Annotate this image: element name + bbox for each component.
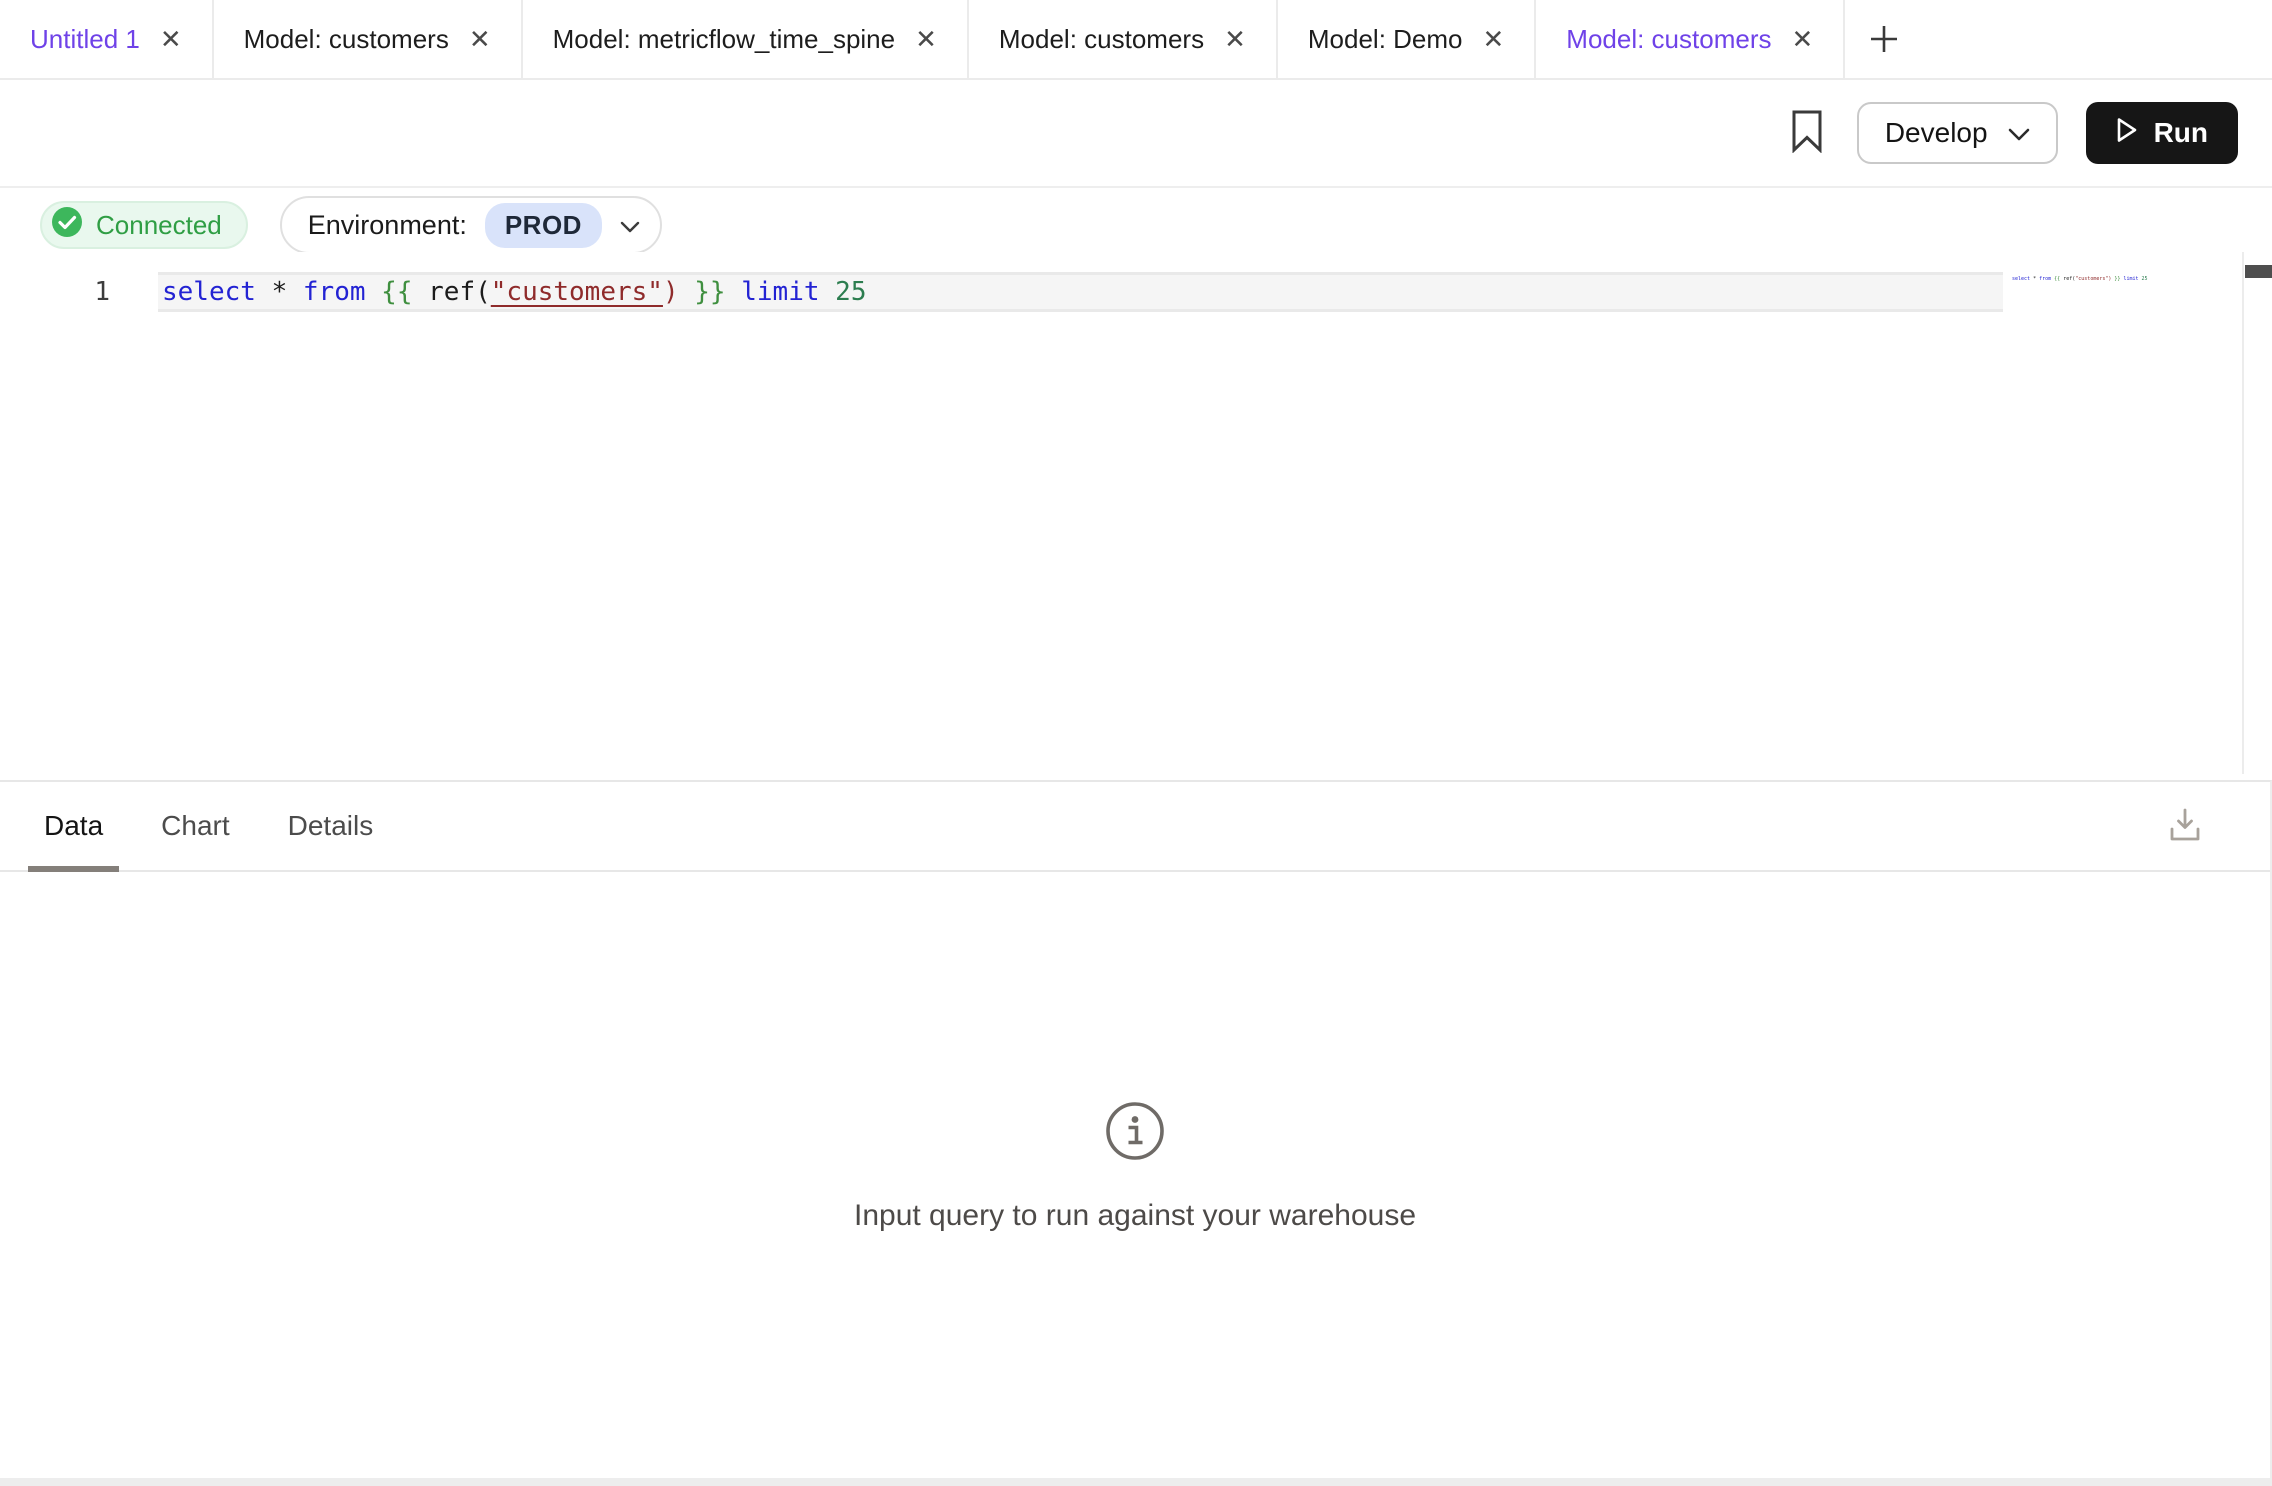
code-token-keyword: select — [2012, 276, 2030, 282]
connected-label: Connected — [96, 210, 222, 241]
empty-state: Input query to run against your warehous… — [0, 1100, 2270, 1233]
code-editor[interactable]: 1 select * from {{ ref("customers") }} l… — [0, 252, 2272, 780]
code-token-number: 25 — [835, 277, 866, 307]
close-icon[interactable]: ✕ — [915, 26, 937, 52]
chevron-down-icon — [620, 210, 640, 241]
code-token-string-link: "customers" — [2075, 276, 2108, 282]
environment-value-chip: PROD — [485, 203, 602, 248]
close-icon[interactable]: ✕ — [1224, 26, 1246, 52]
develop-label: Develop — [1885, 117, 1988, 149]
play-icon — [2116, 117, 2138, 150]
scrollbar-thumb[interactable] — [2245, 265, 2272, 278]
tab-5[interactable]: Model: customers ✕ — [1536, 0, 1845, 78]
code-token-plain — [366, 277, 382, 307]
tab-2[interactable]: Model: metricflow_time_spine ✕ — [523, 0, 969, 78]
code-token-string: ) — [663, 277, 679, 307]
tab-bar: Untitled 1✕Model: customers✕Model: metri… — [0, 0, 2272, 80]
ide-window: Untitled 1✕Model: customers✕Model: metri… — [0, 0, 2272, 1486]
results-tab-chart[interactable]: Chart — [145, 782, 245, 870]
download-icon — [2165, 805, 2205, 850]
tab-label: Model: customers — [999, 24, 1204, 55]
toolbar: Develop Run — [0, 80, 2272, 188]
tab-label: Model: Demo — [1308, 24, 1463, 55]
code-token-string-link: "customers" — [491, 277, 663, 307]
scrollbar-track-border — [2242, 252, 2244, 774]
empty-state-message: Input query to run against your warehous… — [854, 1199, 1416, 1233]
bookmark-icon — [1791, 109, 1823, 158]
code-token-plain: * — [272, 277, 288, 307]
results-panel: DataChartDetails Input query to run aga — [0, 780, 2272, 1486]
run-button[interactable]: Run — [2086, 102, 2238, 164]
code-token-plain: ( — [475, 277, 491, 307]
results-tab-label: Data — [44, 810, 103, 842]
code-token-plain — [820, 277, 836, 307]
code-token-plain — [726, 277, 742, 307]
code-token-keyword: select — [162, 277, 256, 307]
close-icon[interactable]: ✕ — [1483, 26, 1505, 52]
bottom-divider — [0, 1478, 2272, 1486]
status-row: Connected Environment: PROD — [40, 196, 662, 254]
code-token-plain — [256, 277, 272, 307]
plus-icon — [1867, 22, 1901, 56]
code-token-plain: ref — [428, 277, 475, 307]
code-token-number: 25 — [2142, 276, 2148, 282]
tab-3[interactable]: Model: customers ✕ — [969, 0, 1278, 78]
minimap[interactable]: select * from {{ ref("customers") }} lim… — [2012, 276, 2148, 282]
code-token-keyword: from — [2039, 276, 2051, 282]
environment-selector[interactable]: Environment: PROD — [280, 196, 662, 254]
code-token-keyword: from — [303, 277, 366, 307]
results-tab-bar: Data Chart Details — [0, 782, 2270, 872]
code-token-plain — [679, 277, 695, 307]
code-token-plain — [412, 277, 428, 307]
develop-dropdown-button[interactable]: Develop — [1857, 102, 2058, 164]
tab-4[interactable]: Model: Demo ✕ — [1278, 0, 1536, 78]
connected-status-badge: Connected — [40, 201, 248, 249]
tab-0[interactable]: Untitled 1 ✕ — [0, 0, 214, 78]
code-token-keyword: limit — [2123, 276, 2138, 282]
line-number: 1 — [0, 272, 110, 312]
chevron-down-icon — [2008, 117, 2030, 149]
tab-label: Model: customers — [1566, 24, 1771, 55]
bookmark-button[interactable] — [1785, 103, 1829, 163]
new-tab-button[interactable] — [1845, 0, 1923, 78]
results-tab-label: Details — [288, 810, 374, 842]
results-tab-details[interactable]: Details — [272, 782, 390, 870]
info-icon — [1104, 1100, 1166, 1167]
tab-label: Untitled 1 — [30, 24, 140, 55]
results-tab-data[interactable]: Data — [28, 782, 119, 870]
code-token-keyword: limit — [741, 277, 819, 307]
close-icon[interactable]: ✕ — [1791, 26, 1813, 52]
results-tab-label: Chart — [161, 810, 229, 842]
tab-bar-tabs: Untitled 1✕Model: customers✕Model: metri… — [0, 0, 1845, 78]
check-circle-icon — [50, 205, 84, 246]
code-token-plain — [287, 277, 303, 307]
results-tabs: Data Chart Details — [28, 782, 389, 870]
run-label: Run — [2154, 117, 2208, 149]
download-button[interactable] — [2162, 804, 2208, 850]
close-icon[interactable]: ✕ — [160, 26, 182, 52]
environment-label: Environment: — [308, 210, 467, 241]
code-line[interactable]: select * from {{ ref("customers") }} lim… — [162, 272, 866, 312]
close-icon[interactable]: ✕ — [469, 26, 491, 52]
code-token-jinja: }} — [694, 277, 725, 307]
code-token-plain: ref — [2063, 276, 2072, 282]
tab-1[interactable]: Model: customers ✕ — [214, 0, 523, 78]
code-token-jinja: {{ — [381, 277, 412, 307]
tab-label: Model: metricflow_time_spine — [553, 24, 895, 55]
tab-label: Model: customers — [244, 24, 449, 55]
